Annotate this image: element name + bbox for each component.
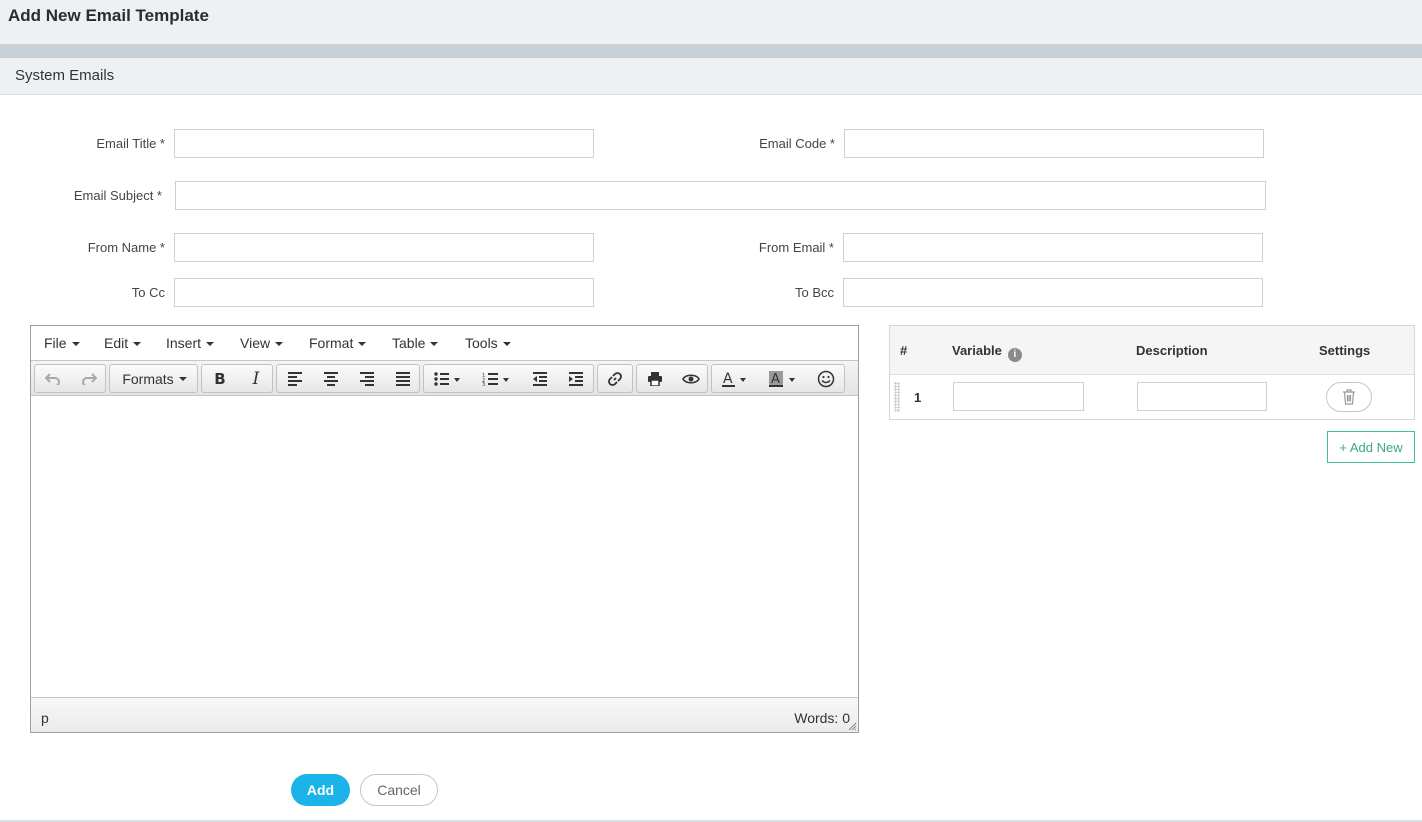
menu-file-label: File	[44, 335, 67, 351]
email-subject-input[interactable]	[175, 181, 1266, 210]
page-title: Add New Email Template	[8, 6, 209, 25]
variable-input[interactable]	[953, 382, 1084, 411]
section-title: System Emails	[15, 67, 115, 84]
word-count: Words: 0	[794, 710, 850, 726]
to-cc-label: To Cc	[131, 285, 165, 300]
description-input[interactable]	[1137, 382, 1267, 411]
svg-text:A: A	[771, 372, 780, 387]
variables-table: # Variable i Description Settings 1	[889, 325, 1415, 420]
align-center-icon[interactable]	[313, 365, 349, 392]
outdent-icon[interactable]	[522, 365, 558, 392]
editor-statusbar: p Words: 0	[31, 697, 858, 732]
menu-view-label: View	[240, 335, 271, 351]
variables-table-header: # Variable i Description Settings	[890, 326, 1414, 375]
add-button[interactable]: Add	[291, 774, 350, 806]
undo-icon[interactable]	[35, 365, 71, 392]
menu-insert-label: Insert	[166, 335, 202, 351]
alignment-group	[276, 364, 420, 393]
formats-label: Formats	[122, 370, 174, 387]
link-group	[597, 364, 633, 393]
email-title-label: Email Title *	[96, 136, 165, 151]
caret-down-icon	[358, 342, 367, 347]
caret-down-icon	[502, 342, 511, 347]
from-email-label: From Email *	[758, 240, 834, 255]
color-group: A A	[711, 364, 845, 393]
to-bcc-input[interactable]	[843, 278, 1263, 307]
align-justify-icon[interactable]	[385, 365, 421, 392]
from-name-label: From Name *	[87, 240, 165, 255]
menu-file[interactable]: File	[44, 335, 80, 351]
header-variable-label: Variable	[952, 343, 1002, 358]
link-icon[interactable]	[598, 365, 632, 392]
svg-text:3: 3	[482, 382, 485, 386]
menu-format[interactable]: Format	[309, 335, 367, 351]
drag-handle-icon[interactable]	[894, 382, 900, 412]
delete-row-button[interactable]	[1326, 382, 1372, 412]
caret-down-icon	[430, 342, 439, 347]
element-path: p	[41, 710, 49, 726]
resize-handle-icon[interactable]	[848, 722, 857, 731]
align-right-icon[interactable]	[349, 365, 385, 392]
svg-text:A: A	[723, 371, 733, 387]
background-color-icon[interactable]: A	[758, 365, 808, 392]
rich-text-editor: File Edit Insert View Format Table Tools…	[30, 325, 859, 733]
header-settings: Settings	[1319, 343, 1371, 358]
caret-down-icon	[275, 342, 284, 347]
caret-down-icon	[178, 376, 187, 381]
from-email-input[interactable]	[843, 233, 1263, 262]
caret-down-icon	[206, 342, 215, 347]
email-subject-label: Email Subject *	[73, 188, 162, 203]
section-header: System Emails	[0, 58, 1422, 95]
caret-down-icon	[71, 342, 80, 347]
header-variable: Variable i	[952, 343, 1022, 362]
info-icon[interactable]: i	[1007, 348, 1022, 362]
menu-view[interactable]: View	[240, 335, 284, 351]
history-group	[34, 364, 106, 393]
email-code-input[interactable]	[844, 129, 1264, 158]
list-group: 123	[423, 364, 594, 393]
print-icon[interactable]	[637, 365, 673, 392]
menu-edit[interactable]: Edit	[104, 335, 142, 351]
editor-toolbar: Formats B I 1 2 3 A A	[31, 360, 858, 396]
from-name-input[interactable]	[174, 233, 594, 262]
email-title-input[interactable]	[174, 129, 594, 158]
to-cc-input[interactable]	[174, 278, 594, 307]
text-color-icon[interactable]: A	[712, 365, 758, 392]
numbered-list-icon[interactable]: 123	[472, 365, 520, 392]
header-description: Description	[1136, 343, 1208, 358]
email-code-label: Email Code *	[759, 136, 835, 151]
cancel-button[interactable]: Cancel	[360, 774, 438, 806]
menu-tools-label: Tools	[465, 335, 498, 351]
align-left-icon[interactable]	[277, 365, 313, 392]
preview-eye-icon[interactable]	[673, 365, 709, 392]
editor-content-area[interactable]	[31, 396, 858, 697]
bullet-list-icon[interactable]	[424, 365, 470, 392]
header-number: #	[900, 343, 908, 358]
bold-icon[interactable]: B	[202, 365, 238, 392]
editor-menubar: File Edit Insert View Format Table Tools	[31, 326, 858, 360]
menu-table[interactable]: Table	[392, 335, 439, 351]
output-group	[636, 364, 708, 393]
formats-button[interactable]: Formats	[110, 365, 199, 392]
indent-icon[interactable]	[558, 365, 594, 392]
trash-icon	[1343, 389, 1355, 405]
text-style-group: B I	[201, 364, 273, 393]
to-bcc-label: To Bcc	[794, 285, 834, 300]
menu-insert[interactable]: Insert	[166, 335, 215, 351]
header-divider	[0, 44, 1422, 58]
menu-edit-label: Edit	[104, 335, 129, 351]
menu-tools[interactable]: Tools	[465, 335, 511, 351]
add-new-variable-button[interactable]: + Add New	[1327, 431, 1415, 463]
emoticon-icon[interactable]	[808, 365, 844, 392]
redo-icon[interactable]	[71, 365, 107, 392]
page-header: Add New Email Template	[0, 0, 1422, 44]
caret-down-icon	[133, 342, 142, 347]
italic-icon[interactable]: I	[238, 365, 274, 392]
formats-dropdown[interactable]: Formats	[109, 364, 198, 393]
menu-format-label: Format	[309, 335, 354, 351]
menu-table-label: Table	[392, 335, 426, 351]
row-number: 1	[914, 390, 922, 405]
